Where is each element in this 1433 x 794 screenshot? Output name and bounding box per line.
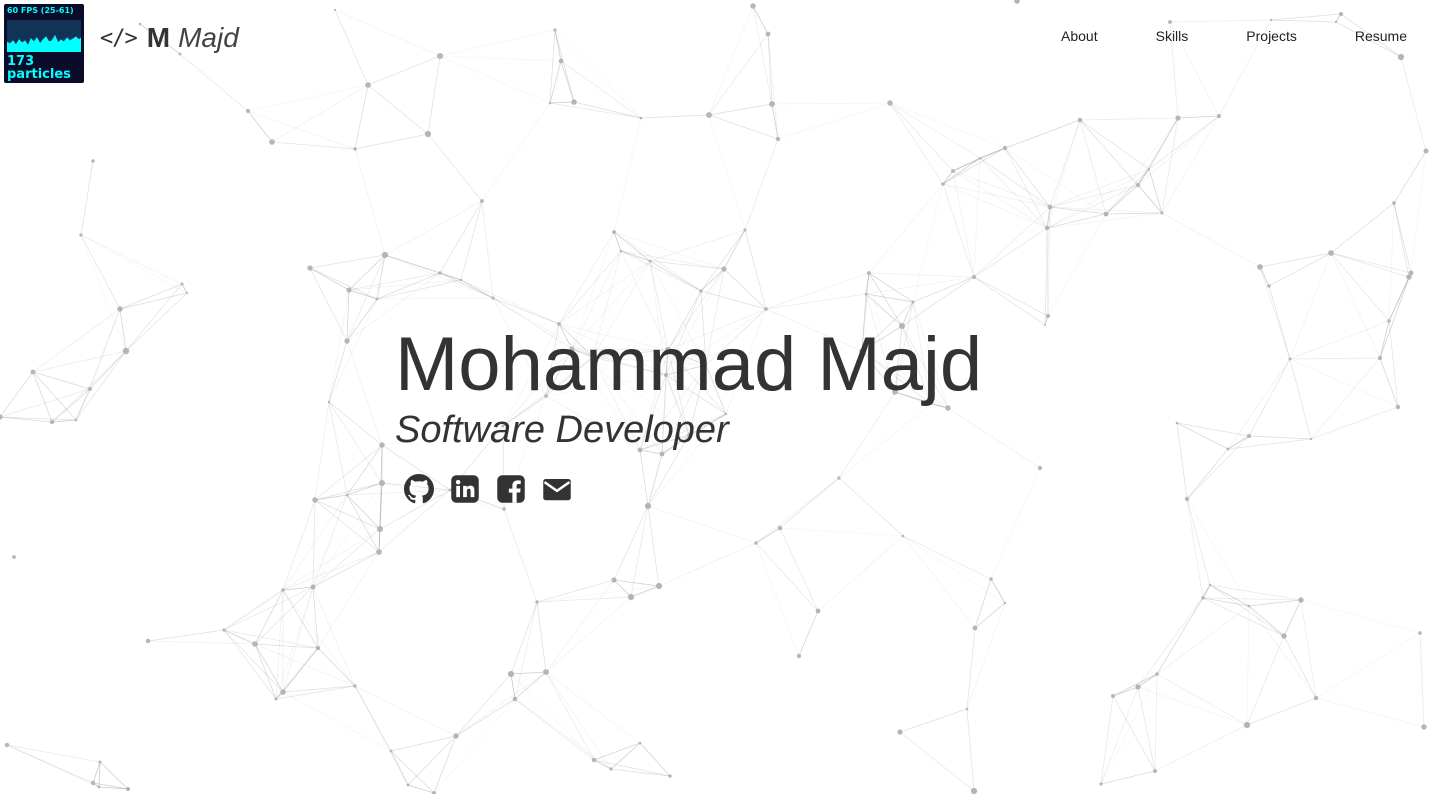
particle-count: 173 particles xyxy=(7,54,71,82)
nav-skills[interactable]: Skills xyxy=(1156,28,1189,44)
hero-name: Mohammad Majd xyxy=(395,322,983,407)
facebook-icon[interactable] xyxy=(496,474,526,504)
linkedin-icon[interactable] xyxy=(450,474,480,504)
hero-role: Software Developer xyxy=(395,409,729,451)
brand-initial: M xyxy=(146,22,171,53)
brand-logo[interactable]: </> M Majd xyxy=(100,20,239,56)
brand-name: Majd xyxy=(178,22,239,53)
social-links xyxy=(404,474,588,504)
fps-label: 60 FPS (25-61) xyxy=(7,6,74,15)
email-icon[interactable] xyxy=(542,474,572,504)
nav-about[interactable]: About xyxy=(1061,28,1098,44)
hero-section: Mohammad Majd Software Developer xyxy=(395,322,982,452)
code-icon: </> xyxy=(100,25,138,51)
nav-resume[interactable]: Resume xyxy=(1355,28,1407,44)
nav-projects[interactable]: Projects xyxy=(1246,28,1297,44)
fps-graph xyxy=(7,20,81,52)
github-icon[interactable] xyxy=(404,474,434,504)
main-nav: About Skills Projects Resume xyxy=(1003,28,1407,44)
fps-stats-panel: 60 FPS (25-61) 173 particles xyxy=(4,4,84,83)
